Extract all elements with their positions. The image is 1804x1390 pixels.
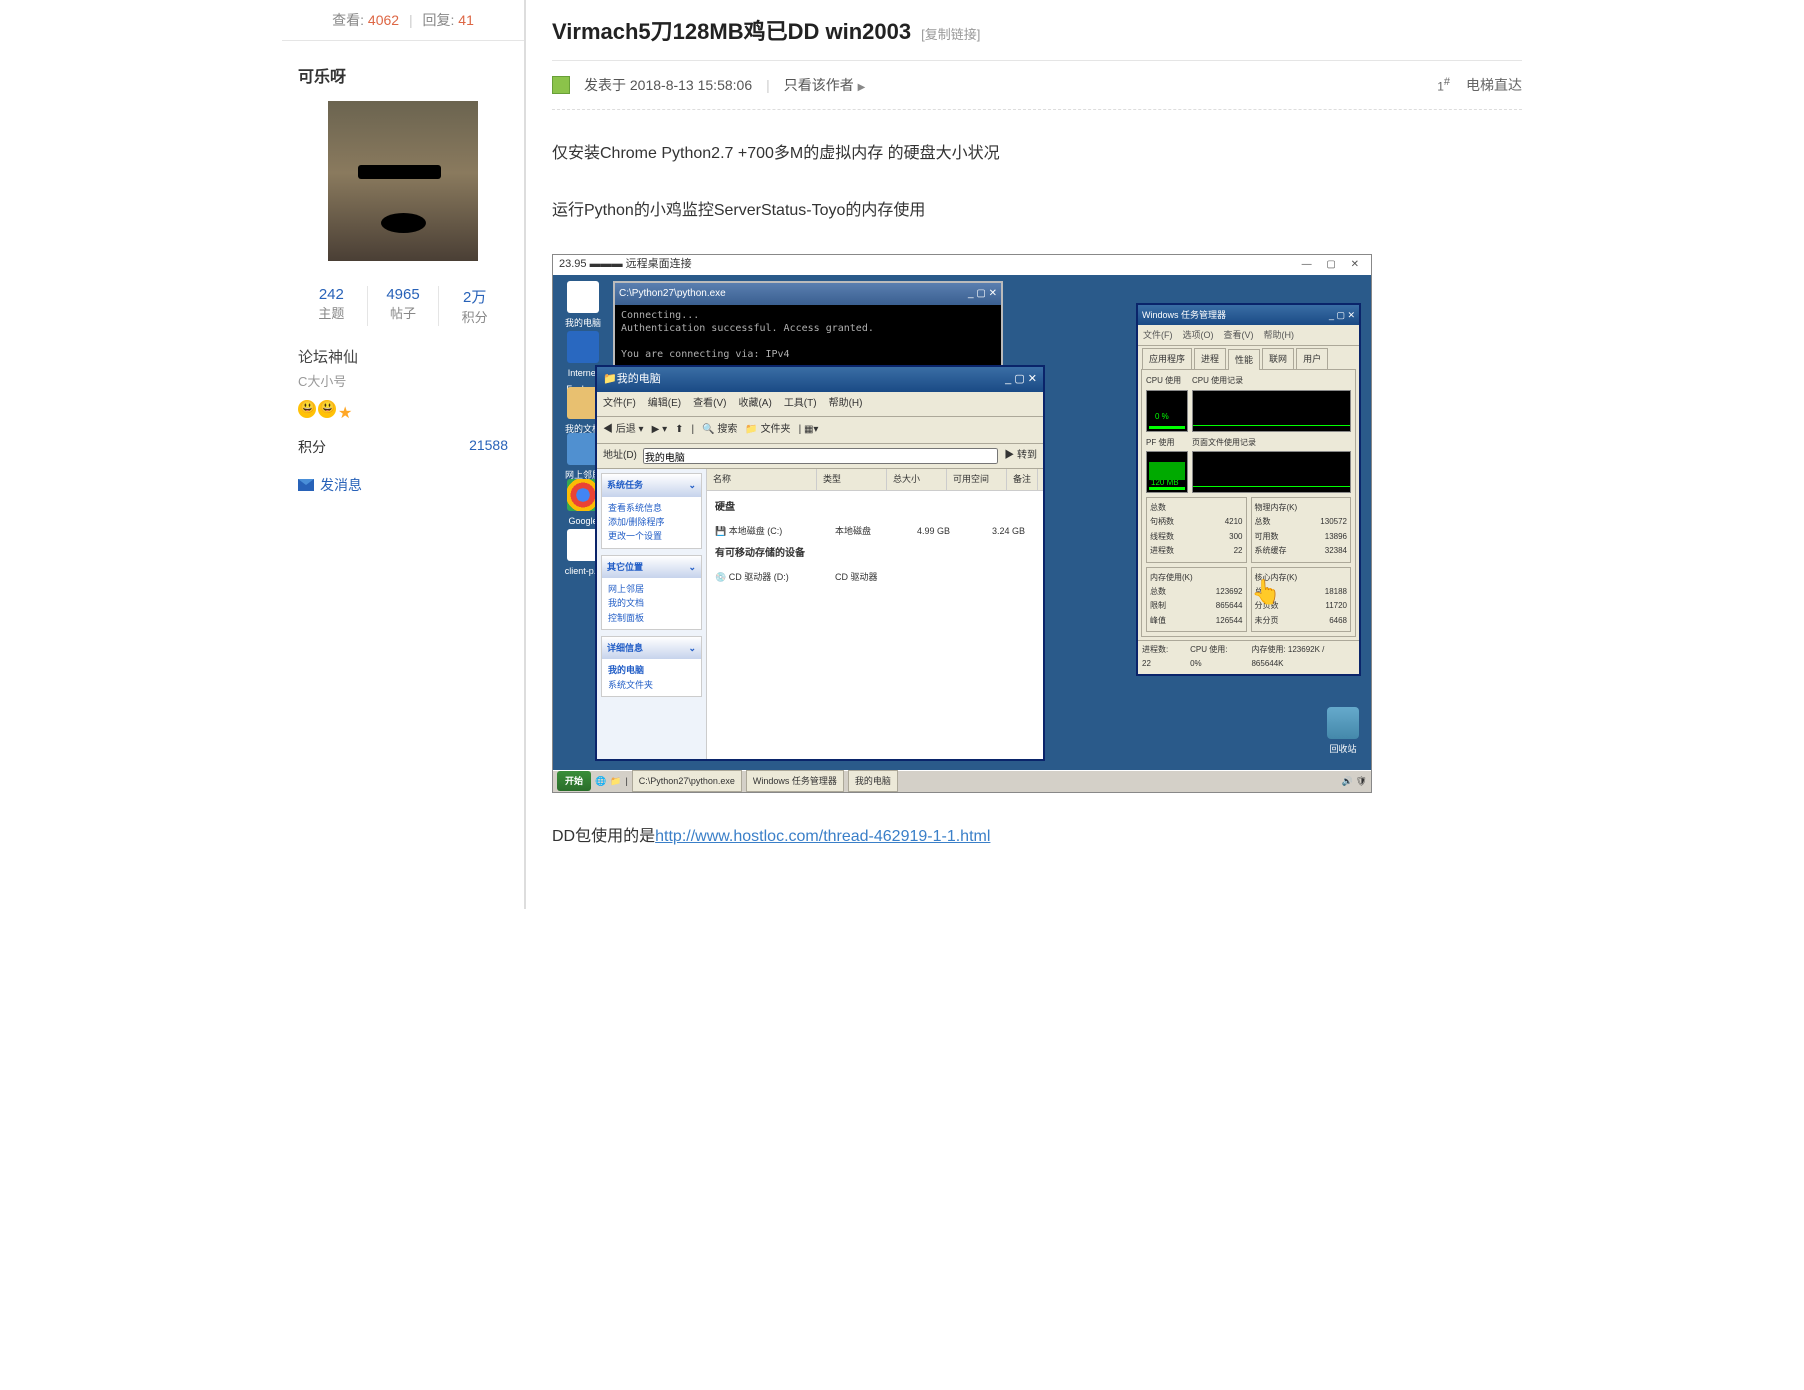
views-count: 4062 — [368, 12, 399, 28]
send-message-link[interactable]: 发消息 — [282, 465, 524, 505]
author-rank: 论坛神仙 — [282, 336, 524, 371]
posted-label: 发表于 2018-8-13 15:58:06 — [584, 75, 752, 95]
cmd-window: C:\Python27\python.exe_ ▢ ✕ Connecting..… — [613, 281, 1003, 367]
stat-posts[interactable]: 4965帖子 — [368, 286, 440, 326]
post-body: 仅安装Chrome Python2.7 +700多M的虚拟内存 的硬盘大小状况 … — [552, 110, 1522, 909]
post-paragraph: 仅安装Chrome Python2.7 +700多M的虚拟内存 的硬盘大小状况 — [552, 140, 1522, 169]
remote-desktop: 我的电脑 Internet Explorer 我的文档 网上邻居 Google … — [553, 275, 1371, 770]
explorer-window: 📁 我的电脑_ ▢ ✕ 文件(F)编辑(E)查看(V)收藏(A)工具(T)帮助(… — [595, 365, 1045, 762]
window-controls-icon: _ ▢ ✕ — [1005, 370, 1037, 390]
window-controls-icon: — ▢ ✕ — [1302, 256, 1365, 274]
post-paragraph: DD包使用的是http://www.hostloc.com/thread-462… — [552, 823, 1522, 852]
stat-topics[interactable]: 242主题 — [296, 286, 368, 326]
star-icon: ★ — [338, 403, 352, 423]
rdp-titlebar: 23.95 ▬▬▬ 远程桌面连接 — ▢ ✕ — [553, 255, 1371, 275]
window-controls-icon: _ ▢ ✕ — [1329, 307, 1355, 323]
points-row: 积分 21588 — [282, 429, 524, 465]
points-value: 21588 — [469, 437, 508, 457]
user-badge-icon — [552, 76, 570, 94]
replies-count: 41 — [458, 12, 474, 28]
thread-title: Virmach5刀128MB鸡已DD win2003 — [552, 14, 911, 46]
author-stats: 242主题 4965帖子 2万积分 — [282, 276, 524, 336]
start-button: 开始 — [557, 771, 591, 791]
triangle-icon: ▶ — [858, 82, 866, 93]
task-manager-window: Windows 任务管理器_ ▢ ✕ 文件(F)选项(O)查看(V)帮助(H) … — [1136, 303, 1361, 676]
cursor-icon: 👆 — [1251, 571, 1281, 614]
author-subtitle: C大小号 — [282, 371, 524, 396]
floor-number: 1# — [1437, 76, 1450, 94]
taskbar: 开始 🌐📁| C:\Python27\python.exe Windows 任务… — [553, 770, 1371, 792]
avatar[interactable] — [328, 101, 478, 261]
author-badges: ★ — [282, 396, 524, 429]
badge-icon — [318, 400, 336, 418]
embedded-screenshot: 23.95 ▬▬▬ 远程桌面连接 — ▢ ✕ 我的电脑 Internet Exp… — [552, 254, 1372, 793]
thread-stats: 查看: 4062 | 回复: 41 — [282, 0, 524, 41]
address-input[interactable] — [643, 448, 998, 464]
badge-icon — [298, 400, 316, 418]
sidebar: 查看: 4062 | 回复: 41 可乐呀 242主题 4965帖子 2万积分 … — [282, 0, 526, 909]
window-controls-icon: _ ▢ ✕ — [968, 285, 997, 303]
author-name[interactable]: 可乐呀 — [282, 41, 524, 101]
copy-link-button[interactable]: [复制链接] — [921, 24, 980, 43]
only-author-button[interactable]: 只看该作者 ▶ — [784, 75, 866, 95]
desktop-icon-my-computer: 我的电脑 — [559, 281, 607, 331]
envelope-icon — [298, 479, 314, 491]
dd-package-link[interactable]: http://www.hostloc.com/thread-462919-1-1… — [655, 828, 990, 845]
elevator-button[interactable]: 电梯直达 — [1466, 75, 1522, 95]
desktop-icon-recycle: 回收站 — [1327, 707, 1359, 757]
stat-points[interactable]: 2万积分 — [439, 286, 510, 326]
main-content: Virmach5刀128MB鸡已DD win2003 [复制链接] 发表于 20… — [526, 0, 1522, 909]
post-paragraph: 运行Python的小鸡监控ServerStatus-Toyo的内存使用 — [552, 197, 1522, 226]
